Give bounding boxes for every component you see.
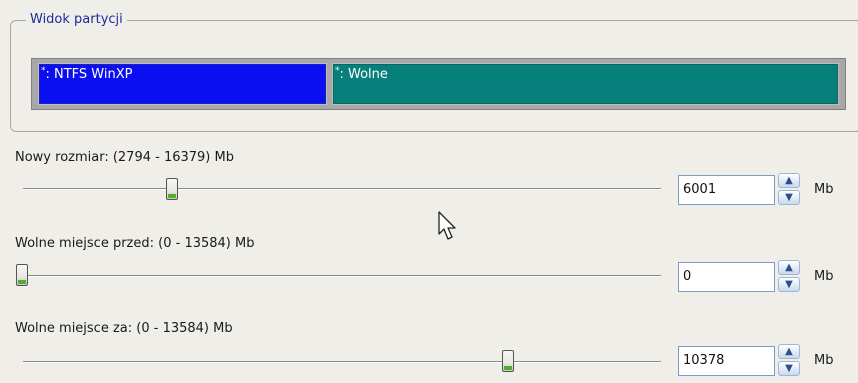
chevron-up-icon[interactable]: ▲	[778, 173, 800, 188]
partition-view-title: Widok partycji	[26, 11, 127, 29]
new-size-slider-track[interactable]	[23, 188, 661, 190]
partition-label: : NTFS WinXP	[45, 67, 133, 82]
chevron-up-icon[interactable]: ▲	[778, 344, 800, 359]
new-size-unit: Mb	[814, 182, 834, 197]
free-after-unit: Mb	[814, 353, 834, 368]
free-before-unit: Mb	[814, 269, 834, 284]
partition-free-space[interactable]: *: Wolne	[332, 63, 839, 105]
new-size-spinner: ▲ ▼	[778, 173, 804, 207]
partition-ntfs-winxp[interactable]: *: NTFS WinXP	[38, 63, 327, 105]
new-size-slider-thumb[interactable]	[166, 178, 178, 200]
free-before-input[interactable]: 0	[678, 262, 775, 292]
chevron-down-icon[interactable]: ▼	[778, 361, 800, 376]
partition-label: : Wolne	[339, 67, 388, 82]
free-after-spinner: ▲ ▼	[778, 344, 804, 378]
free-after-input[interactable]: 10378	[678, 346, 775, 376]
new-size-label: Nowy rozmiar: (2794 - 16379) Mb	[15, 150, 234, 165]
new-size-input[interactable]: 6001	[678, 175, 775, 205]
free-after-slider-track[interactable]	[23, 361, 661, 363]
partition-bar: *: NTFS WinXP *: Wolne	[31, 58, 846, 110]
free-before-label: Wolne miejsce przed: (0 - 13584) Mb	[15, 236, 255, 251]
free-after-label: Wolne miejsce za: (0 - 13584) Mb	[15, 321, 233, 336]
chevron-up-icon[interactable]: ▲	[778, 260, 800, 275]
chevron-down-icon[interactable]: ▼	[778, 277, 800, 292]
chevron-down-icon[interactable]: ▼	[778, 190, 800, 205]
free-before-slider-track[interactable]	[23, 275, 661, 277]
free-after-slider-thumb[interactable]	[502, 350, 514, 372]
free-before-spinner: ▲ ▼	[778, 260, 804, 294]
mouse-pointer-icon	[438, 211, 456, 240]
free-before-slider-thumb[interactable]	[16, 264, 28, 286]
